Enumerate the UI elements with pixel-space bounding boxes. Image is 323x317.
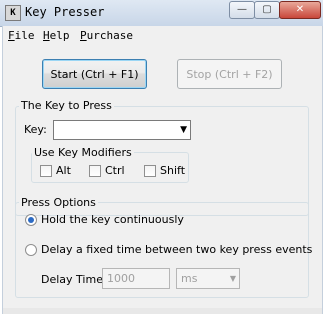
minimize-button[interactable]: — — [229, 1, 255, 19]
minimize-icon: — — [237, 4, 247, 15]
menu-help-mnemonic: H — [43, 29, 50, 42]
stop-button[interactable]: Stop (Ctrl + F2) — [177, 59, 282, 89]
shift-checkbox-box[interactable] — [144, 165, 156, 177]
menu-file-label: ile — [14, 29, 35, 42]
key-label: Key: — [24, 123, 47, 136]
menu-help-label: elp — [49, 29, 70, 42]
ctrl-checkbox-box[interactable] — [89, 165, 101, 177]
menu-purchase-label: urchase — [86, 29, 133, 42]
maximize-icon: ▢ — [262, 4, 272, 15]
close-button[interactable]: ✕ — [279, 1, 321, 19]
menu-purchase[interactable]: Purchase — [80, 29, 133, 42]
app-icon: K — [5, 5, 21, 21]
window-bottom-edge — [3, 308, 322, 314]
delay-unit-select[interactable]: ms ▼ — [176, 268, 240, 289]
delay-fixed-time-radio-dot[interactable] — [25, 244, 37, 256]
menu-file-mnemonic: F — [8, 29, 15, 42]
menu-file[interactable]: File — [8, 29, 35, 42]
chevron-down-icon[interactable]: ▼ — [230, 269, 236, 288]
window-client: File Help Purchase Start (Ctrl + F1) Sto… — [2, 26, 323, 314]
hold-key-radio-dot[interactable] — [25, 214, 37, 226]
delay-fixed-time-radio-label: Delay a fixed time between two key press… — [41, 243, 313, 256]
delay-unit-value: ms — [181, 272, 198, 285]
press-options-group-title: Press Options — [19, 196, 98, 209]
key-to-press-group-title: The Key to Press — [19, 99, 114, 112]
close-icon: ✕ — [295, 4, 305, 15]
alt-checkbox-label: Alt — [56, 164, 71, 177]
menu-help[interactable]: Help — [43, 29, 70, 42]
hold-key-radio-label: Hold the key continuously — [41, 213, 184, 226]
start-button[interactable]: Start (Ctrl + F1) — [42, 59, 147, 89]
window-title: Key Presser — [25, 5, 105, 19]
maximize-button[interactable]: ▢ — [254, 1, 280, 19]
menu-bar: File Help Purchase — [3, 26, 322, 44]
shift-checkbox-label: Shift — [160, 164, 186, 177]
chevron-down-icon[interactable]: ▼ — [180, 123, 187, 137]
ctrl-checkbox-label: Ctrl — [105, 164, 125, 177]
delay-time-label: Delay Time: — [41, 273, 107, 286]
delay-time-input[interactable]: 1000 — [102, 268, 170, 289]
menu-purchase-mnemonic: P — [80, 29, 87, 42]
alt-checkbox-box[interactable] — [40, 165, 52, 177]
key-select[interactable]: ▼ — [53, 120, 191, 140]
title-bar[interactable]: K Key Presser — ▢ ✕ — [0, 0, 323, 27]
key-modifiers-group-title: Use Key Modifiers — [32, 146, 134, 159]
